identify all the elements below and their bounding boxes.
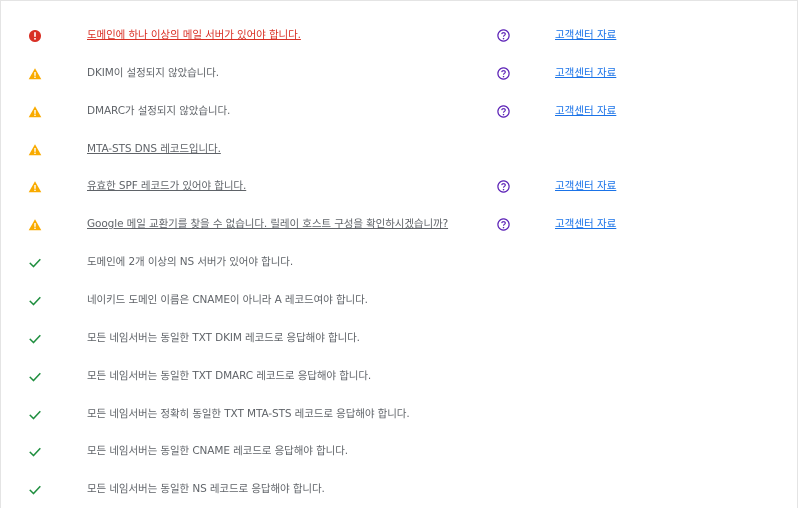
help-circle-icon[interactable]	[497, 218, 510, 231]
checkmark-icon	[28, 332, 42, 346]
check-message-link[interactable]: 도메인에 하나 이상의 메일 서버가 있어야 합니다.	[87, 27, 301, 43]
support-article-link[interactable]: 고객센터 자료	[555, 178, 616, 194]
warning-icon	[28, 143, 42, 157]
check-message-link[interactable]: 유효한 SPF 레코드가 있어야 합니다.	[87, 178, 246, 194]
check-row-warning: DMARC가 설정되지 않았습니다. 고객센터 자료	[1, 92, 791, 130]
check-message: 모든 네임서버는 동일한 TXT DMARC 레코드로 응답해야 합니다.	[87, 369, 372, 382]
support-article-link[interactable]: 고객센터 자료	[555, 103, 616, 119]
check-message: 모든 네임서버는 동일한 CNAME 레코드로 응답해야 합니다.	[87, 445, 348, 458]
warning-icon	[28, 180, 42, 194]
checkmark-icon	[28, 256, 42, 270]
support-article-link[interactable]: 고객센터 자료	[555, 65, 616, 81]
checkmark-icon	[28, 445, 42, 459]
check-row-success: 모든 네임서버는 동일한 CNAME 레코드로 응답해야 합니다.	[1, 432, 791, 470]
warning-icon	[28, 218, 42, 232]
check-row-warning: Google 메일 교환기를 찾을 수 없습니다. 릴레이 호스트 구성을 확인…	[1, 205, 791, 243]
help-circle-icon[interactable]	[497, 180, 510, 194]
check-row-warning: MTA-STS DNS 레코드입니다.	[1, 130, 791, 168]
check-message: 도메인에 2개 이상의 NS 서버가 있어야 합니다.	[87, 256, 294, 269]
check-row-success: 모든 네임서버는 정확히 동일한 TXT MTA-STS 레코드로 응답해야 합…	[1, 395, 791, 433]
check-row-warning: DKIM이 설정되지 않았습니다. 고객센터 자료	[1, 54, 791, 92]
check-message-link[interactable]: MTA-STS DNS 레코드입니다.	[87, 141, 221, 157]
check-message: 모든 네임서버는 동일한 NS 레코드로 응답해야 합니다.	[87, 483, 325, 496]
check-message-link[interactable]: Google 메일 교환기를 찾을 수 없습니다. 릴레이 호스트 구성을 확인…	[87, 216, 448, 232]
help-circle-icon[interactable]	[497, 67, 510, 80]
support-article-link[interactable]: 고객센터 자료	[555, 216, 616, 232]
check-message: DMARC가 설정되지 않았습니다.	[87, 104, 231, 117]
check-message: DKIM이 설정되지 않았습니다.	[87, 66, 220, 79]
check-row-success: 모든 네임서버는 동일한 TXT DMARC 레코드로 응답해야 합니다.	[1, 357, 791, 395]
checkmark-icon	[28, 370, 42, 384]
check-row-success: 모든 네임서버는 동일한 TXT DKIM 레코드로 응답해야 합니다.	[1, 319, 791, 357]
warning-icon	[28, 67, 42, 81]
check-message: 모든 네임서버는 동일한 TXT DKIM 레코드로 응답해야 합니다.	[87, 331, 360, 344]
check-message: 모든 네임서버는 정확히 동일한 TXT MTA-STS 레코드로 응답해야 합…	[87, 407, 410, 420]
check-row-warning: 유효한 SPF 레코드가 있어야 합니다. 고객센터 자료	[1, 167, 791, 205]
check-row-success: 모든 네임서버는 동일한 NS 레코드로 응답해야 합니다.	[1, 470, 791, 508]
help-circle-icon[interactable]	[497, 29, 510, 42]
checkmark-icon	[28, 408, 42, 422]
error-icon	[28, 29, 42, 43]
checkmark-icon	[28, 294, 42, 308]
domain-check-results-panel: 도메인에 하나 이상의 메일 서버가 있어야 합니다. 고객센터 자료 DKIM이 …	[0, 0, 798, 508]
warning-icon	[28, 105, 42, 119]
help-circle-icon[interactable]	[497, 104, 510, 118]
check-row-success: 네이키드 도메인 이름은 CNAME이 아니라 A 레코드여야 합니다.	[1, 281, 791, 319]
check-message: 네이키드 도메인 이름은 CNAME이 아니라 A 레코드여야 합니다.	[87, 293, 368, 306]
check-row-success: 도메인에 2개 이상의 NS 서버가 있어야 합니다.	[1, 243, 791, 281]
support-article-link[interactable]: 고객센터 자료	[555, 27, 616, 43]
check-row-error: 도메인에 하나 이상의 메일 서버가 있어야 합니다. 고객센터 자료	[1, 16, 791, 54]
checkmark-icon	[28, 483, 42, 497]
